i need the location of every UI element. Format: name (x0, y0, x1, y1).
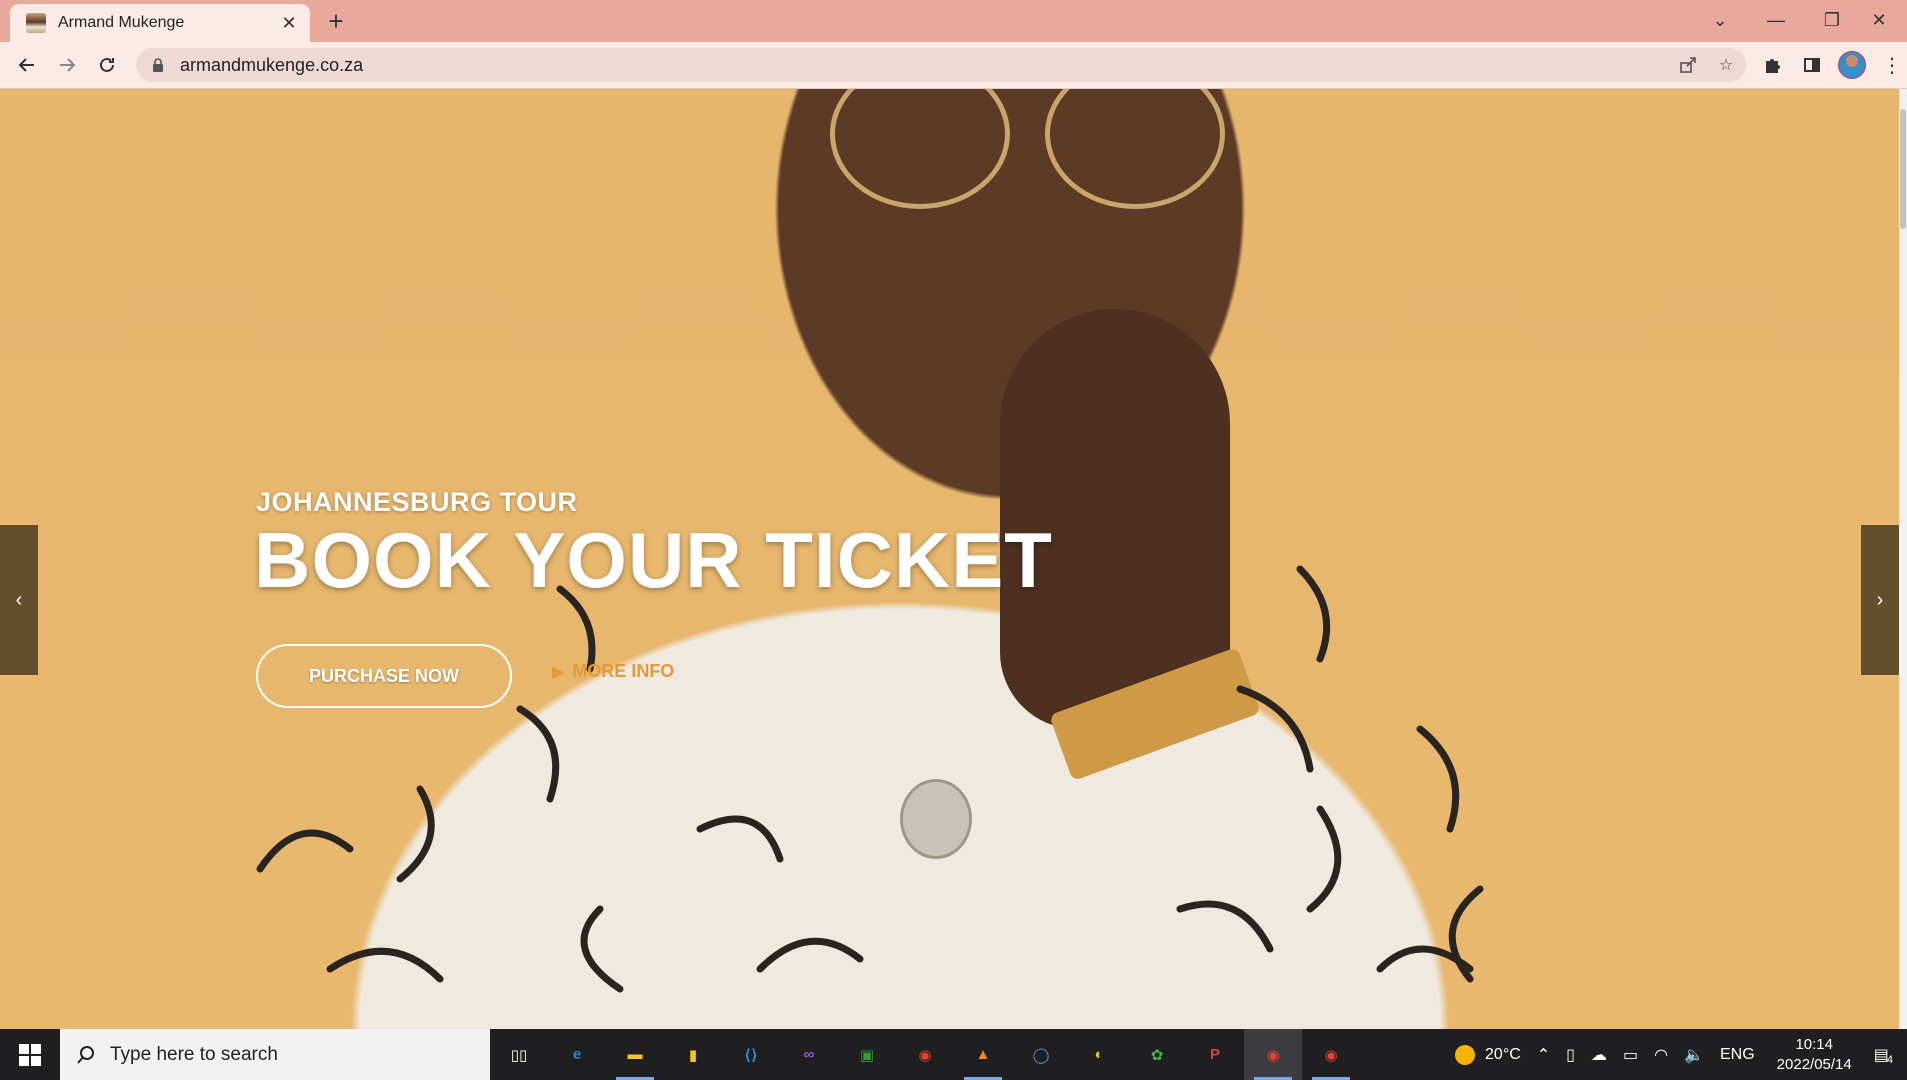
taskbar-app-visual-studio[interactable]: ∞ (780, 1029, 838, 1080)
chrome-profile-2-icon: ◉ (1324, 1046, 1338, 1064)
slider-prev-arrow[interactable]: ‹ (0, 525, 38, 675)
clock[interactable]: 10:14 2022/05/14 (1763, 1035, 1866, 1075)
hero-subtitle: JOHANNESBURG TOUR (256, 487, 578, 517)
taskbar-app-vs-code[interactable]: ⟨⟩ (722, 1029, 780, 1080)
more-info-label: MORE INFO (572, 661, 675, 681)
notification-count: 4 (1886, 1053, 1893, 1066)
collage-app-icon: ✿ (1150, 1046, 1164, 1064)
powerpoint-icon: P (1209, 1046, 1220, 1063)
taskbar-app-chrome[interactable]: ◉ (896, 1029, 954, 1080)
purchase-now-button[interactable]: PURCHASE NOW (256, 644, 512, 708)
device-icon[interactable]: ▯ (1558, 1045, 1583, 1065)
chrome-profile-1-icon: ◉ (1266, 1046, 1280, 1064)
avatar (1838, 51, 1866, 79)
vs-code-icon: ⟨⟩ (744, 1046, 758, 1064)
puzzle-icon[interactable] (1757, 50, 1787, 80)
hero-headline: BOOK YOUR TICKET (254, 516, 1053, 604)
taskbar-app-chrome-profile-2[interactable]: ◉ (1302, 1029, 1360, 1080)
clock-time: 10:14 (1795, 1035, 1833, 1053)
taskbar-app-file-explorer[interactable]: ▬ (606, 1029, 664, 1080)
chevron-up-icon[interactable]: ⌃ (1529, 1045, 1558, 1065)
taskbar-app-cortana[interactable]: ◯ (1012, 1029, 1070, 1080)
taskbar-app-photos[interactable]: ◐ (1070, 1029, 1128, 1080)
vlc-icon: ▲ (975, 1046, 991, 1063)
kebab-menu-icon[interactable]: ⋮ (1877, 50, 1907, 80)
taskbar-app-task-view[interactable]: ▯▯ (490, 1029, 548, 1080)
share-icon[interactable] (1676, 53, 1700, 77)
play-icon: ▶ (552, 663, 565, 681)
slider-next-arrow[interactable]: › (1861, 525, 1899, 675)
clock-date: 2022/05/14 (1776, 1055, 1852, 1073)
language-indicator[interactable]: ENG (1712, 1046, 1763, 1064)
taskbar-apps: ▯▯ e ▬ ▮ ⟨⟩ ∞ ▣ ◉ ▲ ◯ ◐ ✿ P ◉ ◉ (490, 1029, 1360, 1080)
visual-studio-icon: ∞ (803, 1046, 815, 1063)
windows-taskbar: Type here to search ▯▯ e ▬ ▮ ⟨⟩ ∞ ▣ ◉ ▲ ◯ ◐ ✿ P ◉ ◉ 20… (0, 1029, 1907, 1080)
side-panel-icon[interactable] (1797, 50, 1827, 80)
power-bi-icon: ▮ (688, 1046, 698, 1064)
arrow-left-icon[interactable] (12, 50, 42, 80)
cortana-icon: ◯ (1032, 1046, 1050, 1064)
taskbar-search-box[interactable]: Type here to search (60, 1029, 490, 1080)
profile-button[interactable] (1837, 50, 1867, 80)
photos-icon: ◐ (1094, 1046, 1104, 1063)
reload-icon[interactable] (92, 50, 122, 80)
star-icon[interactable]: ☆ (1714, 53, 1738, 77)
browser-tab-strip: Armand Mukenge ✕ + ⌄ — ❐ ✕ (0, 0, 1907, 42)
taskbar-app-vlc[interactable]: ▲ (954, 1029, 1012, 1080)
more-info-button[interactable]: ▶ MORE INFO (552, 661, 674, 682)
taskbar-app-power-bi[interactable]: ▮ (664, 1029, 722, 1080)
volume-icon[interactable]: 🔈 (1676, 1045, 1712, 1065)
plus-icon[interactable]: + (322, 8, 350, 34)
edge-icon: e (572, 1046, 582, 1063)
taskbar-app-image-app[interactable]: ▣ (838, 1029, 896, 1080)
browser-toolbar: armandmukenge.co.za ☆ ⋮ (0, 42, 1907, 89)
lock-icon[interactable] (152, 58, 164, 72)
onedrive-icon[interactable]: ☁ (1583, 1045, 1615, 1065)
weather-widget[interactable]: 20°C (1447, 1044, 1529, 1065)
wifi-icon[interactable]: ◠ (1646, 1045, 1676, 1065)
url-text: armandmukenge.co.za (180, 54, 364, 75)
weather-temp: 20°C (1485, 1045, 1521, 1063)
close-icon[interactable]: ✕ (1851, 0, 1907, 40)
chrome-icon: ◉ (918, 1046, 932, 1064)
close-icon[interactable]: ✕ (278, 13, 300, 34)
chevron-down-icon[interactable]: ⌄ (1692, 0, 1748, 40)
battery-icon[interactable]: ▭ (1615, 1045, 1646, 1065)
arrow-right-icon[interactable] (52, 50, 82, 80)
taskbar-app-powerpoint[interactable]: P (1186, 1029, 1244, 1080)
search-placeholder: Type here to search (110, 1043, 278, 1065)
page-scrollbar[interactable] (1899, 89, 1907, 1029)
scrollbar-thumb[interactable] (1900, 109, 1906, 229)
task-view-icon: ▯▯ (510, 1046, 528, 1064)
person-photo-favicon (26, 13, 46, 33)
system-tray: 20°C ⌃ ▯ ☁ ▭ ◠ 🔈 ENG 10:14 2022/05/14 ▤ … (1447, 1029, 1907, 1080)
taskbar-app-collage-app[interactable]: ✿ (1128, 1029, 1186, 1080)
page-viewport: ‹ › JOHANNESBURG TOUR BOOK YOUR TICKET P… (0, 89, 1907, 1029)
address-bar[interactable]: armandmukenge.co.za ☆ (136, 48, 1746, 82)
tab-title: Armand Mukenge (58, 14, 185, 31)
windows-logo-icon (19, 1043, 41, 1066)
windows-start-button[interactable] (0, 1029, 60, 1080)
minimize-icon[interactable]: — (1748, 0, 1804, 40)
taskbar-app-chrome-profile-1[interactable]: ◉ (1244, 1029, 1302, 1080)
image-app-icon: ▣ (859, 1046, 875, 1064)
taskbar-app-edge[interactable]: e (548, 1029, 606, 1080)
file-explorer-icon: ▬ (627, 1046, 643, 1063)
sun-icon (1455, 1044, 1476, 1065)
notification-center[interactable]: ▤ 4 (1866, 1044, 1907, 1066)
browser-tab[interactable]: Armand Mukenge ✕ (10, 4, 310, 42)
search-icon (77, 1045, 94, 1064)
